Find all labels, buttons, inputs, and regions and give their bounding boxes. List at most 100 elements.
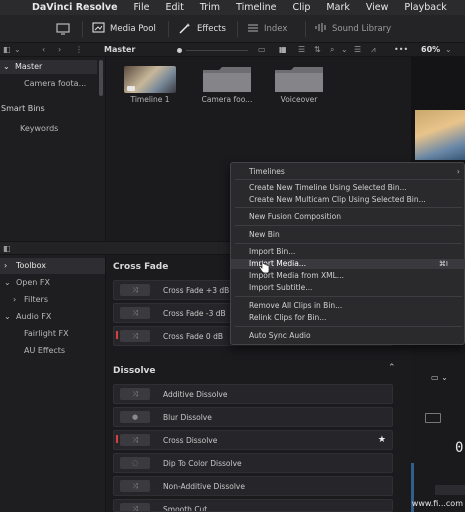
media-label-voiceover: Voiceover <box>280 95 318 104</box>
search-icon[interactable]: ⌕ <box>330 43 334 57</box>
sound-library-button[interactable]: Sound Library <box>314 15 391 43</box>
media-pool-button[interactable]: Media Pool <box>92 15 156 43</box>
top-toolbar: Media Pool Effects Index Sound Library <box>0 15 465 43</box>
timeline-thumbnail[interactable] <box>124 66 176 93</box>
index-button[interactable]: Index <box>247 15 287 43</box>
menu-separator <box>235 326 462 327</box>
menu-timeline[interactable]: Timeline <box>228 0 284 15</box>
filter-icon[interactable]: ☰ <box>354 43 361 57</box>
menu-bar: DaVinci Resolve File Edit Trim Timeline … <box>0 0 465 15</box>
menu-mark[interactable]: Mark <box>318 0 357 15</box>
menu-item-relink-clips[interactable]: Relink Clips for Bin... <box>231 313 465 323</box>
hand-cursor-icon <box>258 259 270 276</box>
smart-bins-label: Smart Bins <box>1 104 45 113</box>
shortcut-label: ⌘I <box>438 260 448 268</box>
chevron-right-icon: › <box>13 295 17 304</box>
panel-toggle-icon[interactable]: ◧ <box>3 43 11 57</box>
folder-icon[interactable] <box>273 66 325 93</box>
menu-separator <box>235 179 462 180</box>
menu-item-auto-sync-audio[interactable]: Auto Sync Audio <box>231 331 465 341</box>
fx-dip-to-color[interactable]: ◌ Dip To Color Dissolve <box>113 453 393 473</box>
menu-separator <box>235 207 462 208</box>
menu-item-create-timeline[interactable]: Create New Timeline Using Selected Bin..… <box>231 183 465 193</box>
viewer-frame[interactable] <box>415 110 465 160</box>
bin-master[interactable]: ⌄ Master <box>0 60 97 74</box>
menu-item-timelines[interactable]: Timelines › <box>231 167 465 177</box>
sound-library-label: Sound Library <box>332 24 392 34</box>
smart-bin-keywords[interactable]: Keywords <box>0 122 97 136</box>
metadata-view-icon[interactable]: ▭ <box>258 43 266 57</box>
media-pool-subbar: ◧ ⌄ ‹ › ⋮ Master ▭ ▦ ☰ ⇅ ⌕ ⌄ ☰ ⩘ ••• 60%… <box>0 43 465 57</box>
dissolve-icon: ⤨ <box>120 480 150 492</box>
menu-label: Timelines <box>249 167 285 176</box>
audio-waveform-icon[interactable]: ⩘ <box>371 43 376 57</box>
bin-list-toggle-icon[interactable]: ⋮ <box>75 43 83 57</box>
effects-button[interactable]: Effects <box>178 15 226 43</box>
grid-view-icon[interactable]: ▦ <box>279 43 287 57</box>
panel-toggle-icon[interactable]: ◧ <box>3 242 11 255</box>
chevron-right-icon: › <box>456 167 460 176</box>
fx-cross-dissolve[interactable]: ⤨ Cross Dissolve ★ <box>113 430 393 450</box>
menu-view[interactable]: View <box>358 0 397 15</box>
open-fx-label: Open FX <box>16 278 50 287</box>
fx-blur-dissolve[interactable]: ● Blur Dissolve <box>113 407 393 427</box>
sort-icon[interactable]: ⇅ <box>314 43 321 57</box>
sound-library-icon <box>314 22 327 36</box>
list-view-icon[interactable]: ☰ <box>298 43 305 57</box>
filters-label: Filters <box>24 295 48 304</box>
menu-playback[interactable]: Playback <box>396 0 454 15</box>
menu-edit[interactable]: Edit <box>157 0 191 15</box>
smooth-cut-icon: ⤨ <box>120 503 150 511</box>
back-arrow-icon[interactable]: ‹ <box>42 43 45 57</box>
search-dropdown-icon[interactable]: ⌄ <box>341 43 348 57</box>
forward-arrow-icon[interactable]: › <box>58 43 61 57</box>
menu-item-create-multicam[interactable]: Create New Multicam Clip Using Selected … <box>231 195 465 205</box>
fx-smooth-cut[interactable]: ⤨ Smooth Cut <box>113 499 393 512</box>
media-label-camera-folder: Camera foo... <box>201 95 253 104</box>
menu-item-import-bin[interactable]: Import Bin... <box>231 247 465 257</box>
menu-item-remove-clips[interactable]: Remove All Clips in Bin... <box>231 301 465 311</box>
star-icon[interactable]: ★ <box>378 431 386 450</box>
timecode-readout: 0 <box>455 440 464 456</box>
tree-au-effects[interactable]: AU Effects <box>0 343 105 359</box>
tree-open-fx[interactable]: ⌄ Open FX <box>0 275 105 291</box>
menu-item-new-fusion[interactable]: New Fusion Composition <box>231 212 465 222</box>
more-options-icon[interactable]: ••• <box>394 43 408 57</box>
bin-camera-footage[interactable]: Camera foota... <box>0 77 97 91</box>
bin-master-label: Master <box>15 62 43 71</box>
smart-bins-header: Smart Bins <box>0 102 106 116</box>
fx-label: Smooth Cut <box>163 505 208 512</box>
index-label: Index <box>264 24 288 34</box>
menu-clip[interactable]: Clip <box>284 0 318 15</box>
bin-context-menu: Timelines › Create New Timeline Using Se… <box>230 162 465 345</box>
fx-additive-dissolve[interactable]: ⤨ Additive Dissolve <box>113 384 393 404</box>
tree-filters[interactable]: › Filters <box>0 292 105 308</box>
tree-fairlight-fx[interactable]: Fairlight FX <box>0 326 105 342</box>
zoom-dropdown-icon[interactable]: ⌄ <box>445 43 452 57</box>
viewer-zoom[interactable]: 60% <box>421 43 440 57</box>
effects-tree: › Toolbox ⌄ Open FX › Filters ⌄ Audio FX… <box>0 255 106 512</box>
tree-audio-fx[interactable]: ⌄ Audio FX <box>0 309 105 325</box>
timeline-clip[interactable] <box>435 485 465 495</box>
timeline-right-panel: ▭ ⌄ 0 <box>411 345 465 512</box>
chevron-down-icon[interactable]: ⌄ <box>14 43 21 57</box>
menu-app-name[interactable]: DaVinci Resolve <box>18 0 126 15</box>
menu-file[interactable]: File <box>126 0 158 15</box>
menu-item-new-bin[interactable]: New Bin <box>231 230 465 240</box>
crossfade-icon: ⤨ <box>120 284 150 296</box>
chevron-down-icon: ⌄ <box>4 278 11 287</box>
bin-camera-footage-label: Camera foota... <box>24 79 87 88</box>
slider-track <box>186 50 248 51</box>
menu-trim[interactable]: Trim <box>192 0 228 15</box>
timeline-view-icon[interactable]: ▭ ⌄ <box>431 373 448 382</box>
bin-scrollbar[interactable] <box>99 60 103 96</box>
track-view-icon[interactable] <box>425 413 441 423</box>
fx-non-additive-dissolve[interactable]: ⤨ Non-Additive Dissolve <box>113 476 393 496</box>
menu-item-import-subtitle[interactable]: Import Subtitle... <box>231 283 465 293</box>
tree-toolbox[interactable]: › Toolbox <box>0 258 105 274</box>
monitor-icon[interactable] <box>56 15 70 43</box>
thumbnail-size-slider[interactable] <box>177 48 182 53</box>
toolbox-label: Toolbox <box>16 261 46 270</box>
chevron-up-icon[interactable]: ⌃ <box>388 363 396 373</box>
folder-icon[interactable] <box>201 66 253 93</box>
